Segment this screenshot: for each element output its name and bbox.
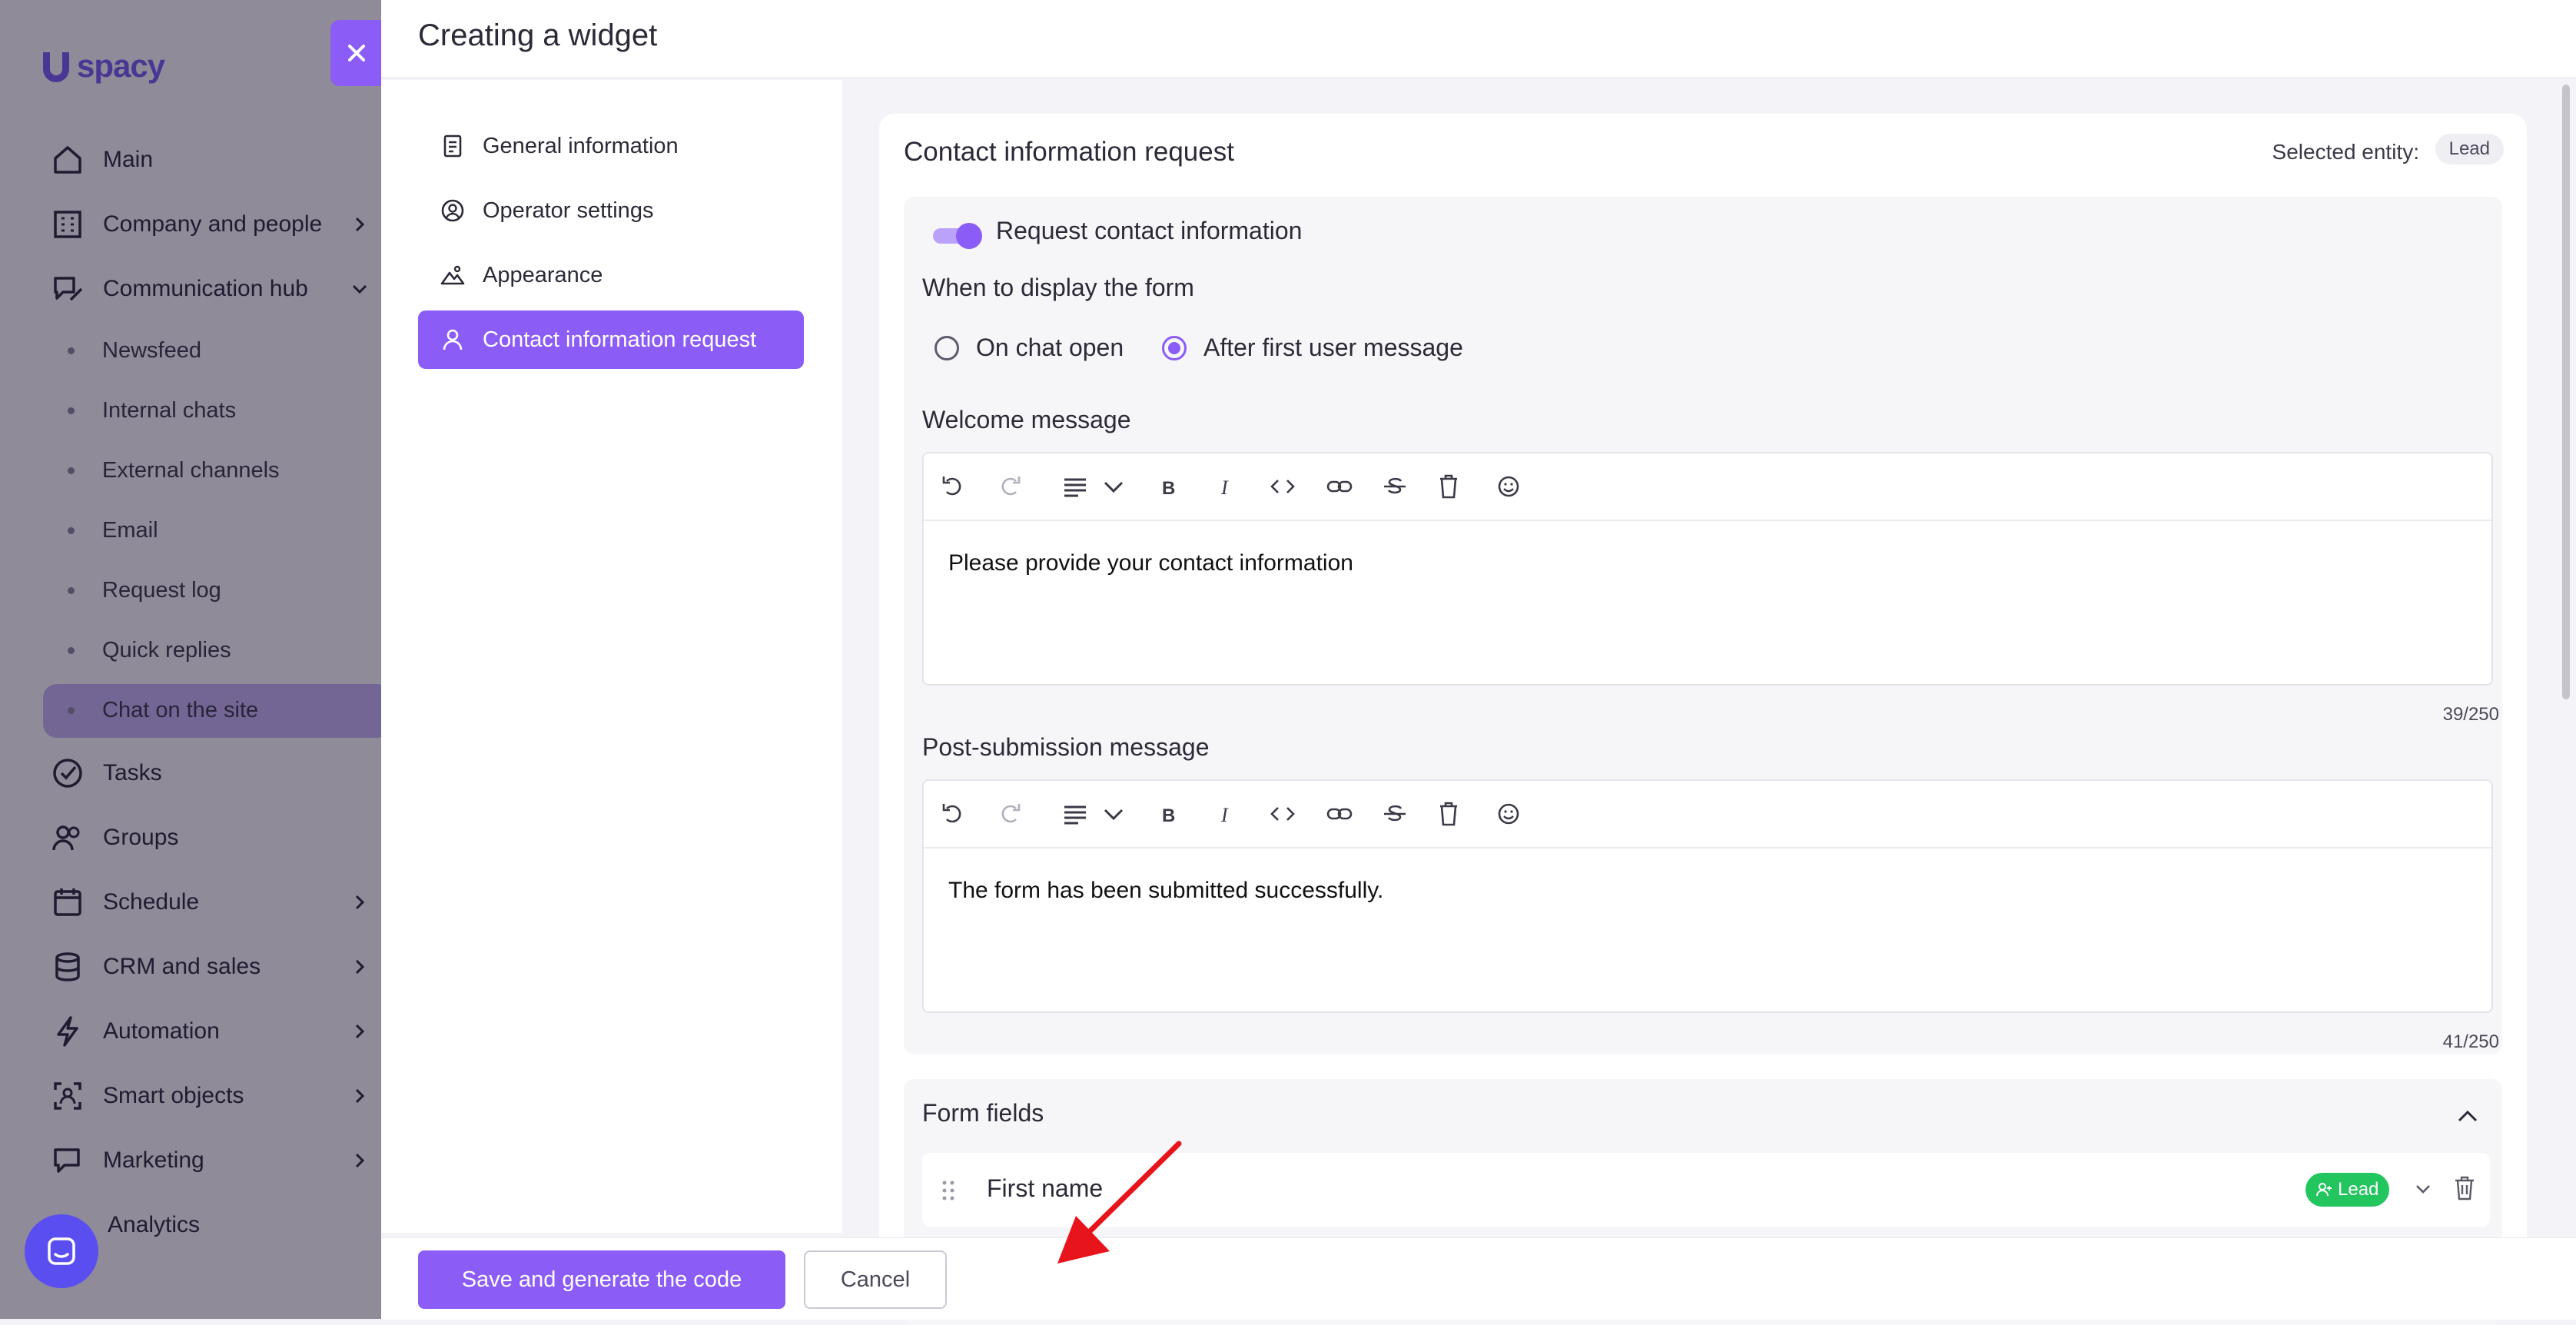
drag-handle-icon[interactable] (941, 1179, 956, 1202)
drawer-footer: Save and generate the code Cancel (381, 1237, 2576, 1320)
code-icon[interactable] (1268, 472, 1297, 501)
align-icon[interactable] (1061, 472, 1090, 501)
display-form-label: When to display the form (922, 274, 1194, 301)
radio-after-first-message[interactable]: After first user message (1162, 334, 1463, 362)
chevron-down-icon[interactable] (1099, 472, 1128, 501)
card-title: Contact information request (904, 137, 1234, 167)
emoji-icon[interactable] (1494, 472, 1523, 501)
annotation-arrow-icon (1057, 1141, 1182, 1264)
welcome-message-text[interactable]: Please provide your contact information (948, 550, 1353, 576)
drawer-menu: General information Operator settings Ap… (381, 80, 842, 1233)
drawer-title: Creating a widget (418, 18, 658, 52)
cancel-button[interactable]: Cancel (804, 1250, 947, 1309)
svg-text:I: I (1220, 477, 1229, 499)
menu-item-label: General information (483, 133, 679, 158)
menu-item-label: Contact information request (483, 327, 757, 352)
drawer-header: Creating a widget (381, 0, 2576, 78)
editor-toolbar: BI (924, 781, 2491, 848)
selected-entity-badge: Lead (2435, 134, 2504, 164)
toggle-label: Request contact information (996, 217, 1303, 244)
radio-on-chat-open[interactable]: On chat open (934, 334, 1124, 362)
strikethrough-icon[interactable] (1380, 472, 1409, 501)
welcome-char-counter: 39/250 (2442, 704, 2499, 725)
trash-icon[interactable] (2452, 1174, 2478, 1202)
radio-label: After first user message (1203, 334, 1463, 361)
contact-request-settings: Request contact information When to disp… (904, 197, 2502, 1054)
scrollbar[interactable] (2562, 85, 2570, 699)
lead-badge-label: Lead (2338, 1179, 2379, 1200)
undo-icon[interactable] (939, 799, 968, 829)
close-icon (348, 45, 365, 61)
editor-toolbar: BI (924, 453, 2491, 521)
close-drawer-button[interactable] (330, 20, 383, 86)
menu-item-label: Appearance (483, 262, 603, 287)
bold-icon[interactable]: B (1154, 472, 1183, 501)
radio-circle (934, 335, 959, 360)
document-icon (443, 134, 462, 158)
svg-text:B: B (1162, 805, 1175, 826)
emoji-icon[interactable] (1494, 799, 1523, 829)
modal-backdrop[interactable] (0, 0, 381, 1319)
user-icon (443, 329, 463, 350)
post-submission-label: Post-submission message (922, 733, 1210, 761)
svg-text:B: B (1162, 478, 1175, 499)
welcome-message-label: Welcome message (922, 406, 1131, 433)
italic-icon[interactable]: I (1211, 799, 1240, 829)
chat-bubble-icon (48, 1237, 75, 1265)
strikethrough-icon[interactable] (1380, 799, 1409, 829)
clear-format-icon[interactable] (1434, 472, 1463, 501)
request-contact-toggle[interactable] (933, 223, 982, 249)
link-icon[interactable] (1325, 472, 1354, 501)
clear-format-icon[interactable] (1434, 799, 1463, 829)
link-icon[interactable] (1325, 799, 1354, 829)
save-and-generate-button[interactable]: Save and generate the code (418, 1250, 785, 1309)
svg-text:I: I (1220, 804, 1229, 826)
contact-request-card: Contact information request Selected ent… (879, 114, 2527, 1325)
support-chat-button[interactable] (25, 1214, 98, 1288)
italic-icon[interactable]: I (1211, 472, 1240, 501)
radio-circle-selected (1162, 335, 1187, 360)
menu-item-general-information[interactable]: General information (418, 117, 804, 175)
code-icon[interactable] (1268, 799, 1297, 829)
align-icon[interactable] (1061, 799, 1090, 829)
chevron-down-icon[interactable] (2412, 1177, 2435, 1200)
redo-icon[interactable] (994, 799, 1024, 829)
post-submission-editor[interactable]: BI The form has been submitted successfu… (922, 779, 2493, 1013)
menu-item-label: Operator settings (483, 198, 654, 223)
user-circle-icon (441, 199, 464, 222)
form-fields-label: Form fields (922, 1099, 1044, 1127)
post-char-counter: 41/250 (2442, 1031, 2499, 1052)
widget-drawer: Creating a widget General information Op… (381, 0, 2576, 1325)
landscape-icon (440, 265, 465, 285)
menu-item-appearance[interactable]: Appearance (418, 246, 804, 304)
post-submission-text[interactable]: The form has been submitted successfully… (948, 878, 1383, 904)
radio-label: On chat open (976, 334, 1124, 361)
welcome-message-editor[interactable]: BI Please provide your contact informati… (922, 452, 2493, 686)
user-plus-icon (2316, 1183, 2332, 1197)
menu-item-contact-information-request[interactable]: Contact information request (418, 310, 804, 369)
chevron-up-icon[interactable] (2455, 1104, 2481, 1130)
lead-entity-badge: Lead (2305, 1173, 2390, 1207)
chevron-down-icon[interactable] (1099, 799, 1128, 829)
undo-icon[interactable] (939, 472, 968, 501)
selected-entity-label: Selected entity: (2272, 140, 2419, 164)
toggle-knob (956, 223, 982, 249)
redo-icon[interactable] (994, 472, 1024, 501)
bold-icon[interactable]: B (1154, 799, 1183, 829)
menu-item-operator-settings[interactable]: Operator settings (418, 181, 804, 240)
